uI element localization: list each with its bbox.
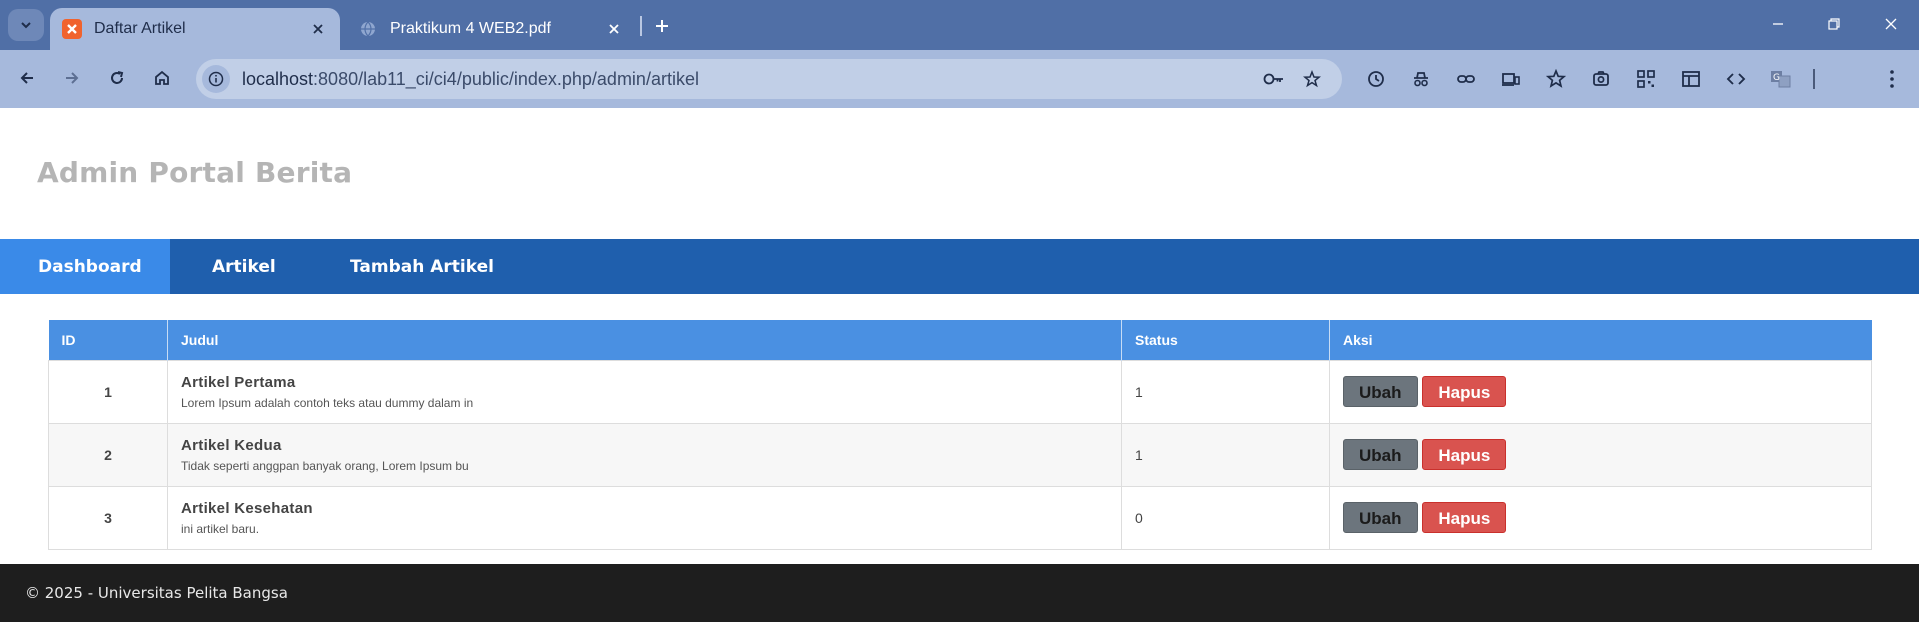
edit-button[interactable]: Ubah <box>1343 502 1418 533</box>
row-status: 1 <box>1121 422 1330 487</box>
xampp-icon <box>62 19 82 39</box>
tab-separator <box>640 16 642 36</box>
restore-icon <box>1828 18 1840 30</box>
home-icon <box>155 70 169 85</box>
browser-tabstrip: Daftar Artikel Praktikum 4 WEB2.pdf <box>0 0 1919 50</box>
delete-button[interactable]: Hapus <box>1422 376 1507 407</box>
layout-icon[interactable] <box>1675 63 1707 95</box>
toolbar-separator <box>1813 69 1815 89</box>
close-window-button[interactable] <box>1873 8 1909 40</box>
arrow-right-icon <box>66 72 79 84</box>
screenshot-icon[interactable] <box>1585 63 1617 95</box>
edit-button[interactable]: Ubah <box>1343 439 1418 470</box>
favorites-star-icon[interactable] <box>1540 63 1572 95</box>
close-icon <box>1885 18 1897 30</box>
main-nav: Dashboard Artikel Tambah Artikel <box>0 239 1919 294</box>
delete-button[interactable]: Hapus <box>1422 502 1507 533</box>
articles-table-wrap: ID Judul Status Aksi 1 Artikel Pertama L… <box>48 320 1872 550</box>
header-judul: Judul <box>167 320 1122 360</box>
site-header: Admin Portal Berita <box>0 108 1919 239</box>
delete-button[interactable]: Hapus <box>1422 439 1507 470</box>
site-footer: © 2025 - Universitas Pelita Bangsa <box>0 564 1919 622</box>
row-aksi: Ubah Hapus <box>1329 485 1872 550</box>
table-row: 2 Artikel Kedua Tidak seperti anggpan ba… <box>48 422 1872 487</box>
footer-text: © 2025 - Universitas Pelita Bangsa <box>25 584 288 602</box>
reload-button[interactable] <box>101 62 133 94</box>
home-button[interactable] <box>146 62 178 94</box>
url-host: localhost <box>242 69 314 89</box>
tab-title: Praktikum 4 WEB2.pdf <box>390 20 551 37</box>
table-row: 3 Artikel Kesehatan ini artikel baru. 0 … <box>48 485 1872 550</box>
row-judul: Artikel Kesehatan ini artikel baru. <box>167 485 1122 550</box>
plus-icon <box>656 20 668 32</box>
forward-button[interactable] <box>56 62 88 94</box>
code-icon[interactable] <box>1720 63 1752 95</box>
row-id: 2 <box>48 422 168 487</box>
tab-search-button[interactable] <box>8 9 44 41</box>
article-title: Artikel Kedua <box>181 436 282 454</box>
edit-button[interactable]: Ubah <box>1343 376 1418 407</box>
row-judul: Artikel Kedua Tidak seperti anggpan bany… <box>167 422 1122 487</box>
browser-tab[interactable]: Praktikum 4 WEB2.pdf <box>346 8 636 50</box>
header-aksi: Aksi <box>1329 320 1872 360</box>
new-tab-button[interactable] <box>648 12 676 40</box>
url-text[interactable]: localhost:8080/lab11_ci/ci4/public/index… <box>242 69 699 90</box>
address-bar[interactable]: localhost:8080/lab11_ci/ci4/public/index… <box>196 59 1342 99</box>
svg-text:G: G <box>1773 73 1780 83</box>
article-excerpt: ini artikel baru. <box>181 521 260 536</box>
close-tab-icon[interactable] <box>308 19 328 39</box>
article-excerpt: Lorem Ipsum adalah contoh teks atau dumm… <box>181 395 474 410</box>
history-icon[interactable] <box>1360 63 1392 95</box>
menu-icon[interactable] <box>1876 63 1908 95</box>
url-path: :8080/lab11_ci/ci4/public/index.php/admi… <box>313 69 699 89</box>
row-id: 3 <box>48 485 168 550</box>
row-status: 0 <box>1121 485 1330 550</box>
globe-icon <box>358 19 378 39</box>
page-content: Admin Portal Berita Dashboard Artikel Ta… <box>0 108 1919 622</box>
table-header-row: ID Judul Status Aksi <box>48 320 1872 360</box>
article-title: Artikel Pertama <box>181 373 296 391</box>
articles-table: ID Judul Status Aksi 1 Artikel Pertama L… <box>48 320 1872 550</box>
translate-icon[interactable]: G <box>1765 63 1797 95</box>
qr-code-icon[interactable] <box>1630 63 1662 95</box>
table-row: 1 Artikel Pertama Lorem Ipsum adalah con… <box>48 359 1872 424</box>
row-aksi: Ubah Hapus <box>1329 422 1872 487</box>
nav-dashboard[interactable]: Dashboard <box>0 239 170 294</box>
reload-icon <box>111 71 124 84</box>
site-title: Admin Portal Berita <box>37 156 353 189</box>
article-title: Artikel Kesehatan <box>181 499 313 517</box>
arrow-left-icon <box>20 72 33 84</box>
minimize-button[interactable] <box>1760 8 1796 40</box>
row-status: 1 <box>1121 359 1330 424</box>
incognito-icon[interactable] <box>1405 63 1437 95</box>
restore-button[interactable] <box>1816 8 1852 40</box>
bookmark-star-icon[interactable] <box>1298 65 1326 93</box>
row-id: 1 <box>48 359 168 424</box>
close-tab-icon[interactable] <box>604 19 624 39</box>
article-excerpt: Tidak seperti anggpan banyak orang, Lore… <box>181 458 469 473</box>
row-judul: Artikel Pertama Lorem Ipsum adalah conto… <box>167 359 1122 424</box>
minimize-icon <box>1773 23 1783 25</box>
link-icon[interactable] <box>1450 63 1482 95</box>
devices-icon[interactable] <box>1495 63 1527 95</box>
header-id: ID <box>48 320 168 360</box>
password-key-icon[interactable] <box>1260 65 1288 93</box>
browser-tab-active[interactable]: Daftar Artikel <box>50 8 340 50</box>
header-status: Status <box>1121 320 1330 360</box>
chevron-down-icon <box>21 22 31 29</box>
nav-tambah-artikel[interactable]: Tambah Artikel <box>312 239 532 294</box>
browser-toolbar: localhost:8080/lab11_ci/ci4/public/index… <box>0 50 1919 139</box>
row-aksi: Ubah Hapus <box>1329 359 1872 424</box>
back-button[interactable] <box>11 62 43 94</box>
site-info-icon[interactable] <box>202 65 230 93</box>
nav-artikel[interactable]: Artikel <box>174 239 314 294</box>
tab-title: Daftar Artikel <box>94 20 186 37</box>
